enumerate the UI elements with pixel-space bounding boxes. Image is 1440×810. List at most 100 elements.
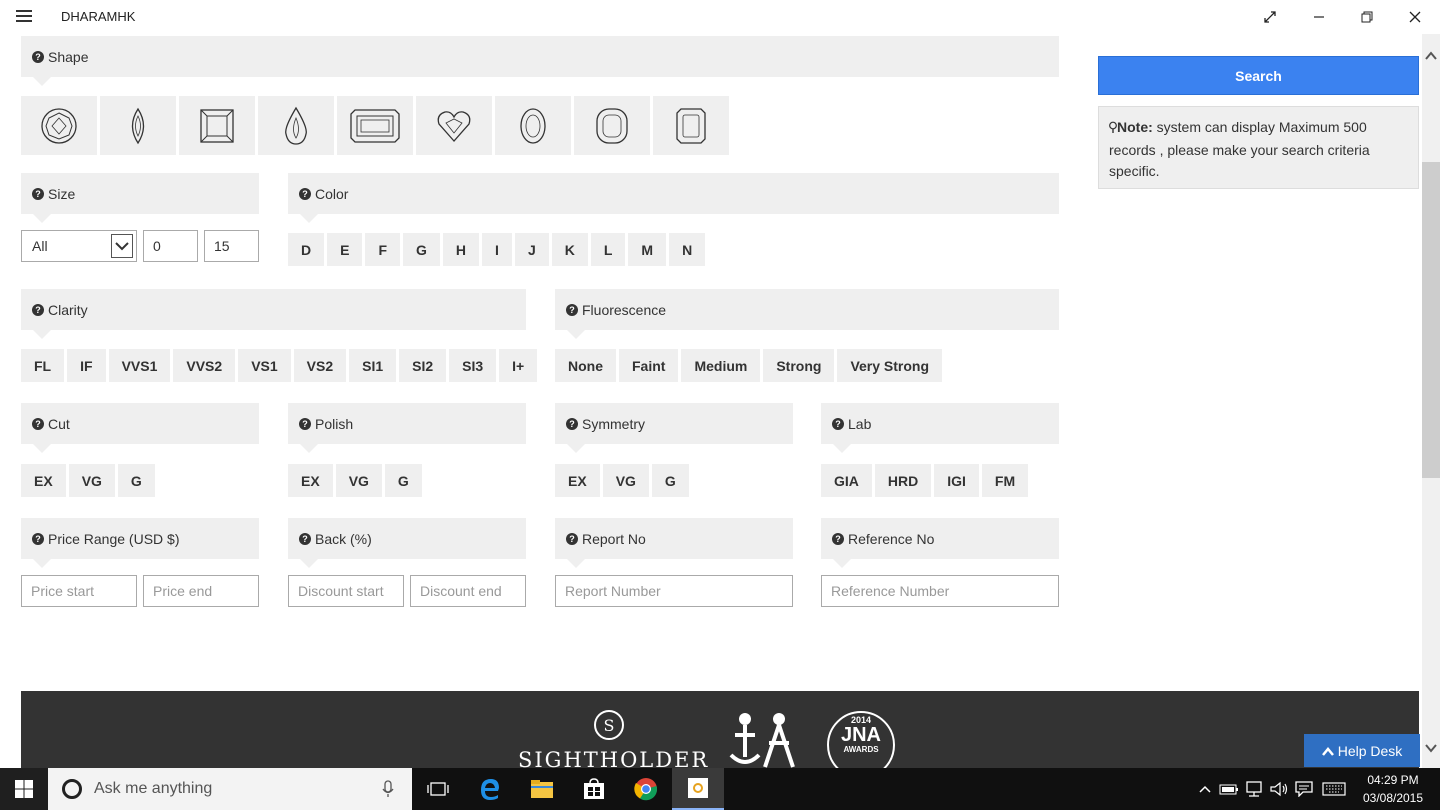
size-from-input[interactable] (143, 230, 198, 262)
polish-option[interactable]: G (384, 464, 422, 497)
cut-option[interactable]: G (117, 464, 155, 497)
task-view-icon[interactable] (412, 768, 464, 810)
report-number-input[interactable] (555, 575, 793, 607)
help-icon: ? (32, 50, 44, 63)
minimize-icon[interactable] (1295, 0, 1343, 34)
symmetry-panel-header: ? Symmetry (555, 403, 793, 453)
discount-start-input[interactable] (288, 575, 404, 607)
clarity-panel-header: ? Clarity (21, 289, 526, 339)
price-end-input[interactable] (143, 575, 259, 607)
lab-option[interactable]: FM (981, 464, 1029, 497)
fluorescence-option[interactable]: None (555, 349, 616, 382)
network-icon[interactable] (1243, 768, 1265, 810)
lab-option[interactable]: GIA (821, 464, 872, 497)
fluorescence-option[interactable]: Faint (619, 349, 679, 382)
clarity-option[interactable]: VS2 (293, 349, 347, 382)
cortana-search-box[interactable]: Ask me anything (48, 768, 412, 810)
cut-options: EX VG G (21, 464, 155, 497)
color-option[interactable]: J (514, 233, 549, 266)
size-to-input[interactable] (204, 230, 259, 262)
color-option[interactable]: K (551, 233, 588, 266)
color-option[interactable]: G (403, 233, 440, 266)
show-hidden-icons-chevron-icon[interactable] (1196, 768, 1214, 810)
clarity-option[interactable]: SI3 (449, 349, 497, 382)
lab-panel-header: ? Lab (821, 403, 1059, 453)
lab-option[interactable]: IGI (934, 464, 979, 497)
discount-end-input[interactable] (410, 575, 526, 607)
shape-marquise-icon[interactable] (100, 96, 176, 155)
price-start-input[interactable] (21, 575, 137, 607)
lab-options: GIA HRD IGI FM (821, 464, 1029, 497)
color-option[interactable]: N (669, 233, 706, 266)
chevron-up-icon (1321, 743, 1334, 759)
symmetry-option[interactable]: VG (602, 464, 649, 497)
lab-option[interactable]: HRD (874, 464, 932, 497)
hamburger-menu-icon[interactable] (14, 8, 34, 26)
scrollbar-thumb[interactable] (1422, 162, 1440, 478)
reference-panel-header: ? Reference No (821, 518, 1059, 568)
file-explorer-icon[interactable] (516, 768, 568, 810)
color-option[interactable]: I (482, 233, 512, 266)
system-clock[interactable]: 04:29 PM 03/08/2015 (1352, 771, 1434, 807)
polish-option[interactable]: VG (335, 464, 382, 497)
clarity-option[interactable]: VVS2 (173, 349, 236, 382)
keyboard-icon[interactable] (1319, 768, 1349, 810)
clarity-option[interactable]: SI2 (399, 349, 447, 382)
color-option[interactable]: L (590, 233, 626, 266)
shape-oval-icon[interactable] (495, 96, 571, 155)
edge-browser-icon[interactable] (464, 768, 516, 810)
shape-heart-icon[interactable] (416, 96, 492, 155)
color-option[interactable]: H (442, 233, 480, 266)
symmetry-option[interactable]: G (651, 464, 689, 497)
title-bar: DHARAMHK (0, 0, 1440, 34)
shape-pear-icon[interactable] (258, 96, 334, 155)
clarity-option[interactable]: FL (21, 349, 65, 382)
color-option[interactable]: D (288, 233, 325, 266)
close-icon[interactable] (1391, 0, 1439, 34)
shape-emerald-icon[interactable] (337, 96, 413, 155)
size-select[interactable]: All (21, 230, 137, 262)
clarity-option[interactable]: VVS1 (108, 349, 171, 382)
fluorescence-option[interactable]: Very Strong (837, 349, 943, 382)
fullscreen-icon[interactable] (1246, 0, 1294, 34)
fluorescence-panel-header: ? Fluorescence (555, 289, 1059, 339)
battery-icon[interactable] (1218, 768, 1240, 810)
shape-princess-icon[interactable] (179, 96, 255, 155)
search-button[interactable]: Search (1098, 56, 1419, 95)
clarity-option[interactable]: I+ (499, 349, 538, 382)
scroll-up-icon[interactable] (1425, 48, 1437, 66)
chrome-icon[interactable] (620, 768, 672, 810)
shape-panel-header: ? Shape (21, 36, 1059, 86)
windows-start-icon[interactable] (0, 768, 48, 810)
fluorescence-option[interactable]: Strong (763, 349, 835, 382)
color-option[interactable]: F (365, 233, 401, 266)
shape-radiant-icon[interactable] (653, 96, 729, 155)
action-center-icon[interactable] (1293, 768, 1315, 810)
fluorescence-option[interactable]: Medium (681, 349, 761, 382)
volume-icon[interactable] (1268, 768, 1290, 810)
symmetry-option[interactable]: EX (555, 464, 600, 497)
help-icon: ? (832, 417, 844, 430)
shape-options (21, 96, 729, 155)
color-option[interactable]: M (628, 233, 667, 266)
color-option[interactable]: E (327, 233, 363, 266)
reference-number-input[interactable] (821, 575, 1059, 607)
dharamhk-app-icon[interactable] (672, 768, 724, 810)
cut-option[interactable]: EX (21, 464, 66, 497)
cut-panel-header: ? Cut (21, 403, 259, 453)
clarity-option[interactable]: VS1 (238, 349, 291, 382)
shape-cushion-icon[interactable] (574, 96, 650, 155)
vertical-scrollbar[interactable] (1422, 34, 1440, 768)
microphone-icon[interactable] (382, 780, 394, 803)
restore-icon[interactable] (1343, 0, 1391, 34)
clarity-option[interactable]: IF (67, 349, 106, 382)
shape-round-icon[interactable] (21, 96, 97, 155)
store-icon[interactable] (568, 768, 620, 810)
cut-option[interactable]: VG (68, 464, 115, 497)
scroll-down-icon[interactable] (1425, 740, 1437, 758)
polish-option[interactable]: EX (288, 464, 333, 497)
clarity-option[interactable]: SI1 (349, 349, 397, 382)
anchor-figures-logo (727, 711, 801, 768)
help-desk-button[interactable]: Help Desk (1304, 734, 1420, 767)
svg-text:S: S (604, 716, 615, 735)
